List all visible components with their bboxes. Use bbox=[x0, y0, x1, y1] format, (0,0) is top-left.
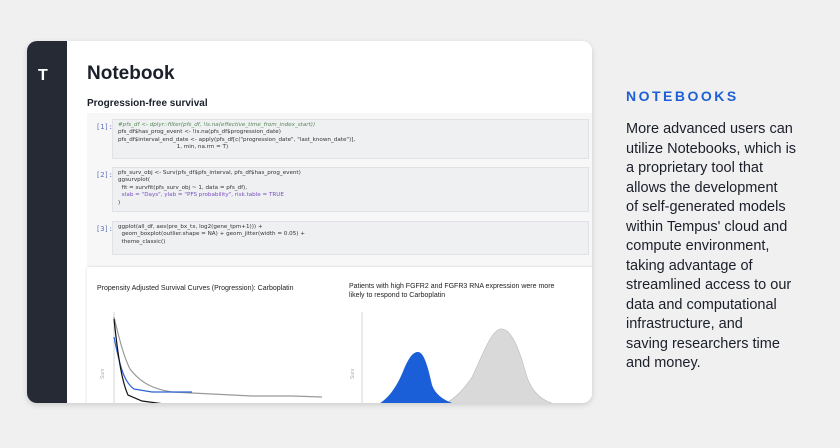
cell-number: [2]: bbox=[96, 171, 113, 179]
survival-curve-chart: Surv bbox=[100, 312, 323, 403]
gray-survival-curve bbox=[113, 316, 323, 398]
description-line: More advanced users can bbox=[626, 121, 793, 137]
code-line: xlab = "Days", ylab = "PFS probability",… bbox=[118, 192, 284, 199]
description-line: streamlined access to our bbox=[626, 277, 792, 293]
section-heading: NOTEBOOKS bbox=[626, 88, 739, 104]
right-chart-title-line-2: likely to respond to Carboplatin bbox=[349, 292, 446, 299]
y-axis-label: Surv bbox=[100, 368, 106, 379]
description-line: taking advantage of bbox=[626, 257, 753, 274]
section-title: Progression-free survival bbox=[87, 98, 208, 109]
code-line: geom_boxplot(outlier.shape = NA) + geom_… bbox=[118, 231, 305, 238]
tempus-logo[interactable]: T bbox=[38, 67, 48, 85]
code-cell-3[interactable]: [3]: ggplot(all_df, aes(pre_bx_tx, log2(… bbox=[87, 215, 592, 259]
left-chart-title: Propensity Adjusted Survival Curves (Pro… bbox=[97, 285, 294, 292]
description-line: compute environment, bbox=[626, 238, 770, 254]
code-line: pfs_df$has_prog_event <- !is.na(pfs_df$p… bbox=[118, 129, 281, 136]
chart-output: Propensity Adjusted Survival Curves (Pro… bbox=[87, 267, 592, 403]
code-line: 1, min, na.rm = T) bbox=[118, 144, 229, 151]
code-editor[interactable]: #pfs_df <- dplyr::filter(pfs_df, !is.na(… bbox=[112, 119, 589, 159]
code-line: ggsurvplot( bbox=[118, 177, 151, 184]
right-chart-title: Patients with high FGFR2 and FGFR3 RNA e… bbox=[349, 282, 554, 300]
description-line: infrastructure, and bbox=[626, 316, 743, 332]
code-editor[interactable]: pfs_surv_obj <- Surv(pfs_df$pfs_interval… bbox=[112, 167, 589, 212]
code-line: fit = survfit(pfs_surv_obj ~ 1, data = p… bbox=[118, 184, 248, 191]
cell-number: [1]: bbox=[96, 123, 113, 131]
code-editor[interactable]: ggplot(all_df, aes(pre_bx_tx, log2(gene_… bbox=[112, 221, 589, 255]
code-line: ) bbox=[118, 199, 121, 206]
description-line: utilize Notebooks, which is bbox=[626, 140, 797, 157]
description-line: and money. bbox=[626, 355, 701, 371]
description-line: within Tempus' cloud and bbox=[626, 218, 788, 235]
description-line: saving researchers time bbox=[626, 335, 780, 352]
sidebar: T bbox=[27, 41, 67, 403]
cell-number: [3]: bbox=[96, 225, 113, 233]
code-line: ggplot(all_df, aes(pre_bx_tx, log2(gene_… bbox=[118, 224, 263, 230]
code-cell-1[interactable]: [1]: #pfs_df <- dplyr::filter(pfs_df, !i… bbox=[87, 113, 592, 163]
blue-survival-curve bbox=[113, 336, 192, 393]
code-line: theme_classic() bbox=[118, 238, 166, 245]
description-line: allows the development bbox=[626, 179, 778, 196]
description-text: More advanced users can utilize Notebook… bbox=[626, 120, 826, 374]
page-title: Notebook bbox=[87, 63, 175, 84]
y-axis-label: Surv bbox=[350, 368, 356, 379]
description-line: of self-generated models bbox=[626, 199, 786, 215]
notebook-main: Notebook Progression-free survival [1]: … bbox=[67, 41, 592, 403]
code-line: pfs_surv_obj <- Surv(pfs_df$pfs_interval… bbox=[118, 170, 301, 176]
code-line: pfs_df$interval_end_date <- apply(pfs_df… bbox=[118, 136, 356, 143]
code-cell-2[interactable]: [2]: pfs_surv_obj <- Surv(pfs_df$pfs_int… bbox=[87, 161, 592, 216]
description-line: a proprietary tool that bbox=[626, 160, 764, 176]
right-chart-title-line-1: Patients with high FGFR2 and FGFR3 RNA e… bbox=[349, 283, 555, 290]
density-chart: Surv bbox=[350, 312, 553, 403]
gray-density bbox=[445, 328, 553, 403]
notebook-card: T Notebook Progression-free survival [1]… bbox=[27, 41, 592, 403]
code-cells: [1]: #pfs_df <- dplyr::filter(pfs_df, !i… bbox=[87, 113, 592, 291]
code-line: #pfs_df <- dplyr::filter(pfs_df, !is.na(… bbox=[118, 122, 316, 128]
description-line: data and computational bbox=[626, 296, 777, 313]
